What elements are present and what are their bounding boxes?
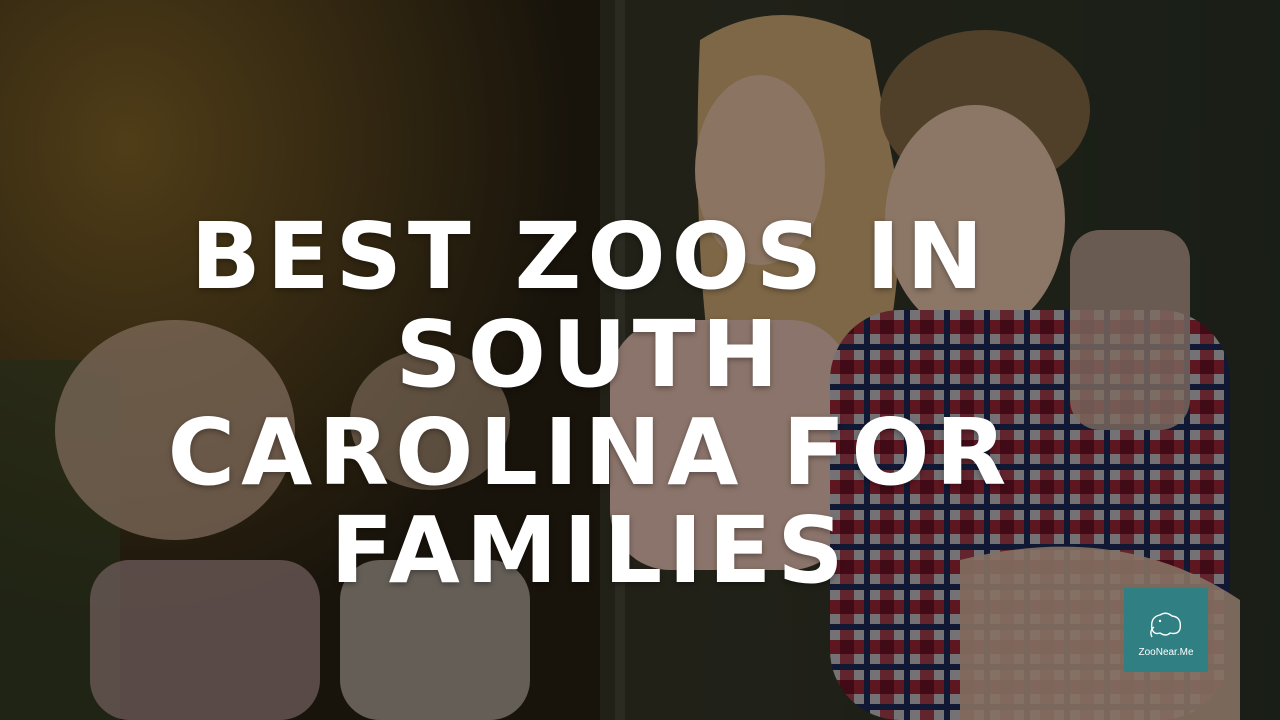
headline-line: FAMILIES bbox=[330, 497, 850, 604]
headline: BEST ZOOS IN SOUTH CAROLINA FOR FAMILIES bbox=[90, 208, 1090, 600]
headline-line: BEST ZOOS IN bbox=[190, 203, 990, 310]
headline-line: SOUTH bbox=[395, 301, 785, 408]
headline-line: CAROLINA FOR bbox=[167, 399, 1013, 506]
elephant-outline-icon bbox=[1150, 612, 1182, 637]
logo-text: ZooNear.Me bbox=[1138, 646, 1194, 658]
zoonearme-logo: ZooNear.Me bbox=[1124, 588, 1208, 672]
